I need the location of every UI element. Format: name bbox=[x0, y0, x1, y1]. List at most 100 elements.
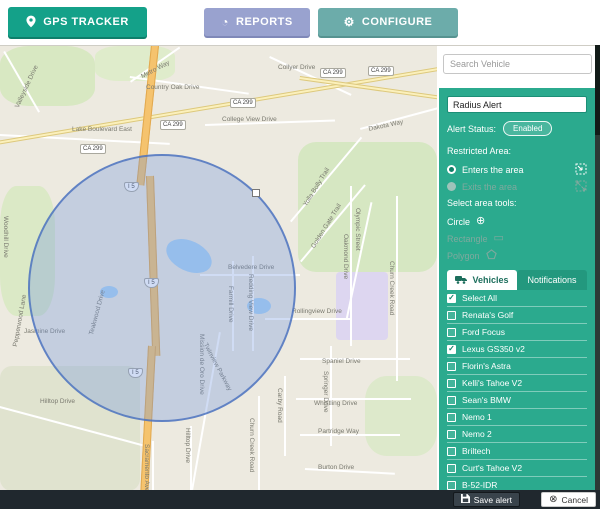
alert-status-toggle[interactable]: Enabled bbox=[503, 121, 552, 136]
checkbox-icon[interactable] bbox=[447, 447, 456, 456]
road-label: Hilltop Drive bbox=[184, 428, 191, 463]
road-label: Lake Boulevard East bbox=[72, 126, 132, 133]
road-label: Churn Creek Road bbox=[388, 261, 395, 315]
highway-shield-ca299: CA 299 bbox=[230, 98, 256, 108]
top-nav: GPS TRACKER ◔ REPORTS ⚙ CONFIGURE bbox=[0, 0, 600, 45]
tool-polygon-label: Polygon bbox=[447, 251, 480, 261]
restricted-area-label: Restricted Area: bbox=[447, 146, 587, 156]
road-label: Country Oak Drive bbox=[146, 84, 199, 91]
vehicle-name: Florin's Astra bbox=[462, 361, 511, 371]
radio-exits-area[interactable]: Exits the area bbox=[447, 178, 587, 195]
checkbox-icon[interactable] bbox=[447, 379, 456, 388]
location-pin-icon bbox=[26, 15, 36, 30]
checkbox-icon[interactable]: ✓ bbox=[447, 345, 456, 354]
tab-vehicles-label: Vehicles bbox=[472, 275, 508, 285]
tab-vehicles[interactable]: Vehicles bbox=[447, 270, 517, 290]
gps-tracker-app: GPS TRACKER ◔ REPORTS ⚙ CONFIGURE bbox=[0, 0, 600, 509]
vehicle-row[interactable]: Briltech bbox=[447, 443, 587, 460]
vehicle-name: Kelli's Tahoe V2 bbox=[462, 378, 522, 388]
enter-area-icon bbox=[575, 163, 587, 177]
alert-name-input[interactable] bbox=[447, 96, 587, 113]
tab-gps-tracker-label: GPS TRACKER bbox=[43, 16, 129, 28]
vehicle-row[interactable]: ✓ Lexus GS350 v2 bbox=[447, 341, 587, 358]
map-road bbox=[152, 441, 154, 490]
search-input[interactable] bbox=[443, 54, 592, 74]
tool-circle-label: Circle bbox=[447, 217, 470, 227]
vehicle-row[interactable]: B-52-IDR bbox=[447, 477, 587, 490]
vehicle-row[interactable]: Sean's BMW bbox=[447, 392, 587, 409]
road-label: Olympic Street bbox=[354, 208, 361, 251]
vehicle-name: Curt's Tahoe V2 bbox=[462, 463, 522, 473]
tool-rectangle-label: Rectangle bbox=[447, 234, 488, 244]
alert-panel: Alert Status: Enabled Restricted Area: E… bbox=[439, 88, 595, 490]
road-label: Sacramento Avenue bbox=[143, 444, 150, 490]
alert-status-label: Alert Status: bbox=[447, 124, 496, 134]
tab-reports-label: REPORTS bbox=[236, 16, 293, 28]
tab-notifications-label: Notifications bbox=[527, 275, 576, 285]
road-label: Whistling Drive bbox=[314, 400, 357, 407]
checkbox-icon[interactable] bbox=[447, 311, 456, 320]
tool-circle[interactable]: Circle ⊕ bbox=[447, 213, 587, 230]
highway-shield-ca299: CA 299 bbox=[320, 68, 346, 78]
checkbox-icon[interactable]: ✓ bbox=[447, 294, 456, 303]
cancel-label: Cancel bbox=[562, 495, 588, 505]
road-label: College View Drive bbox=[222, 116, 277, 123]
map-road bbox=[284, 376, 286, 456]
highway-shield-ca299: CA 299 bbox=[160, 120, 186, 130]
tab-reports[interactable]: ◔ REPORTS bbox=[204, 8, 310, 36]
vehicle-name: Briltech bbox=[462, 446, 490, 456]
vehicle-row[interactable]: Renata's Golf bbox=[447, 307, 587, 324]
tool-polygon[interactable]: Polygon bbox=[447, 247, 587, 264]
road-label: Woodhill Drive bbox=[2, 216, 9, 258]
tab-configure-label: CONFIGURE bbox=[362, 16, 433, 28]
exit-area-icon bbox=[575, 180, 587, 194]
radio-enters-area[interactable]: Enters the area bbox=[447, 161, 587, 178]
checkbox-icon[interactable] bbox=[447, 328, 456, 337]
vehicle-name: B-52-IDR bbox=[462, 480, 497, 490]
pie-chart-icon: ◔ bbox=[221, 16, 229, 28]
checkbox-icon[interactable] bbox=[447, 362, 456, 371]
vehicle-name: Sean's BMW bbox=[462, 395, 511, 405]
checkbox-icon[interactable] bbox=[447, 430, 456, 439]
scrollbar-thumb[interactable] bbox=[595, 45, 600, 135]
tab-notifications[interactable]: Notifications bbox=[517, 270, 587, 290]
cancel-button[interactable]: ⊗ Cancel bbox=[541, 492, 596, 507]
vehicle-row[interactable]: Ford Focus bbox=[447, 324, 587, 341]
configure-icon: ⚙ bbox=[344, 16, 355, 28]
cancel-icon: ⊗ bbox=[549, 495, 557, 505]
sidebar-tabs: Vehicles Notifications bbox=[447, 270, 587, 290]
map-canvas[interactable]: CA 299 CA 299 CA 299 CA 299 CA 299 I 5 I… bbox=[0, 45, 437, 490]
radio-selected-icon bbox=[447, 165, 456, 174]
vehicle-row[interactable]: Kelli's Tahoe V2 bbox=[447, 375, 587, 392]
road-label: Collyer Drive bbox=[278, 64, 315, 71]
tab-gps-tracker[interactable]: GPS TRACKER bbox=[8, 7, 147, 37]
road-label: Spaniel Drive bbox=[322, 358, 361, 365]
vehicle-name: Lexus GS350 v2 bbox=[462, 344, 525, 354]
vehicle-name: Ford Focus bbox=[462, 327, 505, 337]
tool-rectangle[interactable]: Rectangle ▭ bbox=[447, 230, 587, 247]
road-label: Partridge Way bbox=[318, 428, 359, 435]
checkbox-icon[interactable] bbox=[447, 464, 456, 473]
vehicle-row[interactable]: Nemo 1 bbox=[447, 409, 587, 426]
vehicle-row[interactable]: Florin's Astra bbox=[447, 358, 587, 375]
map-road bbox=[258, 396, 260, 490]
select-all-row[interactable]: ✓ Select All bbox=[447, 290, 587, 307]
vehicle-row[interactable]: Nemo 2 bbox=[447, 426, 587, 443]
sidebar-scrollbar[interactable] bbox=[595, 45, 600, 490]
geofence-resize-handle[interactable] bbox=[252, 189, 260, 197]
save-icon bbox=[461, 494, 470, 505]
rectangle-tool-icon: ▭ bbox=[494, 233, 504, 244]
map-park bbox=[0, 46, 95, 106]
checkbox-icon[interactable] bbox=[447, 413, 456, 422]
vehicle-row[interactable]: Curt's Tahoe V2 bbox=[447, 460, 587, 477]
alert-sidebar: Alert Status: Enabled Restricted Area: E… bbox=[437, 45, 600, 490]
search-area bbox=[437, 46, 600, 74]
area-tools-label: Select area tools: bbox=[447, 198, 587, 208]
checkbox-icon[interactable] bbox=[447, 481, 456, 490]
vehicle-list: ✓ Select All Renata's Golf Ford Focus ✓ … bbox=[447, 290, 587, 490]
radio-unselected-icon bbox=[447, 182, 456, 191]
save-alert-button[interactable]: Save alert bbox=[453, 492, 520, 507]
tab-configure[interactable]: ⚙ CONFIGURE bbox=[318, 8, 458, 36]
checkbox-icon[interactable] bbox=[447, 396, 456, 405]
road-label: Carby Road bbox=[276, 388, 283, 423]
